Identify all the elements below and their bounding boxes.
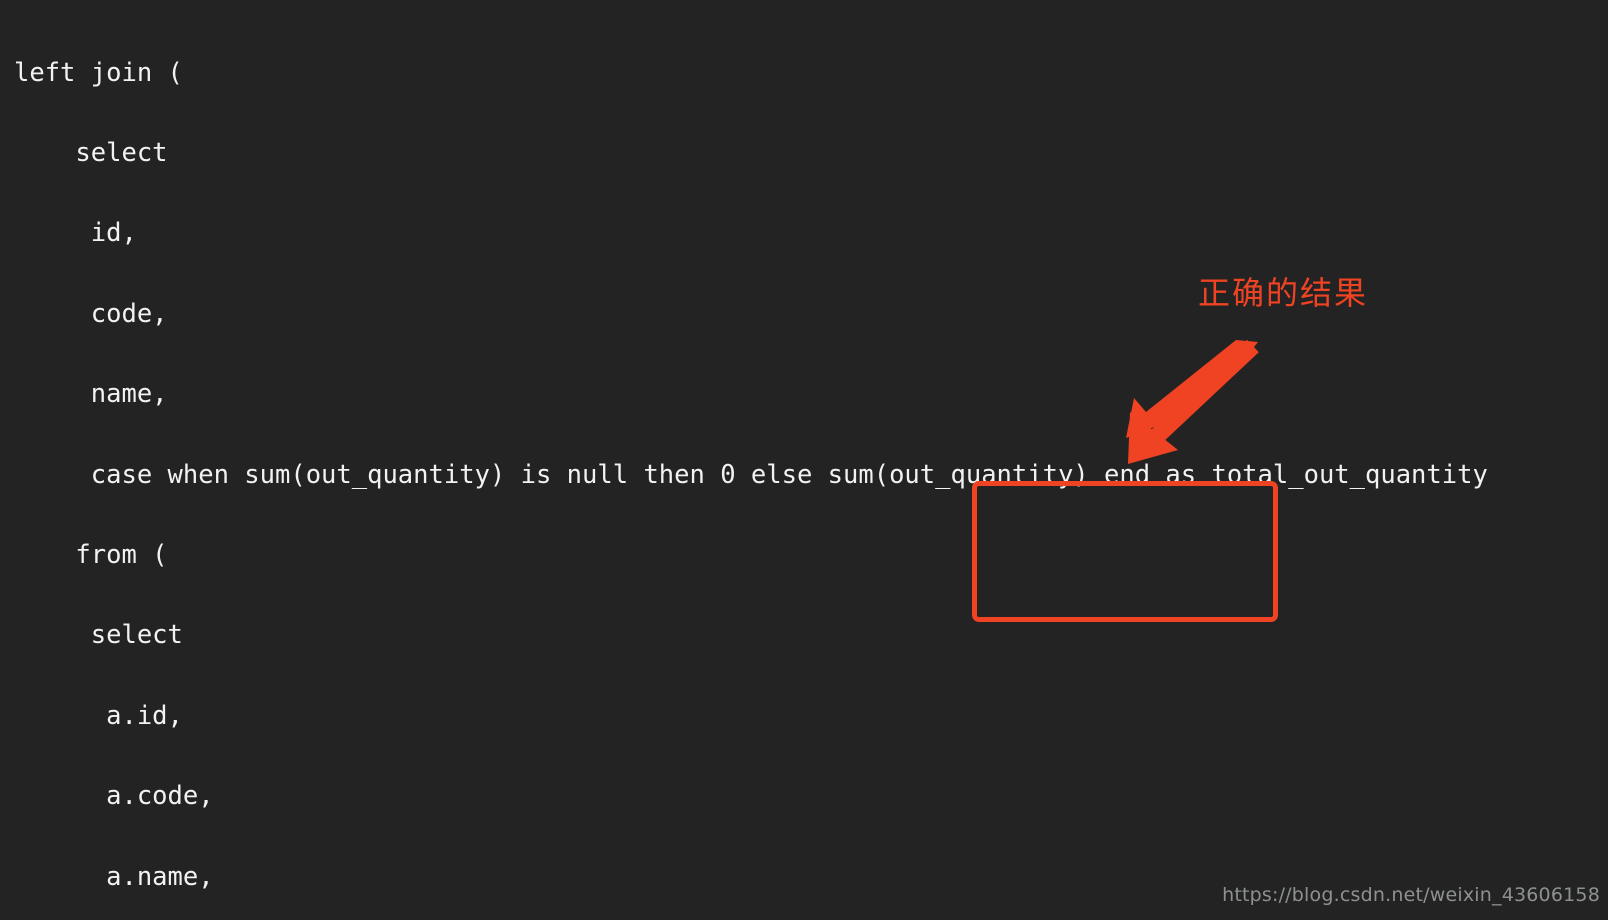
sql-line: select — [14, 620, 183, 651]
sql-line: from ( — [14, 539, 168, 570]
sql-line: select — [14, 137, 168, 168]
sql-line: case when sum(out_quantity) is null then… — [14, 459, 1488, 490]
terminal-output[interactable]: left join ( select id, code, name, case … — [0, 0, 1608, 920]
column-highlight-box — [972, 481, 1278, 622]
sql-line: a.code, — [14, 781, 214, 812]
sql-line: code, — [14, 298, 168, 329]
sql-line: left join ( — [14, 57, 183, 88]
annotation-label: 正确的结果 — [1198, 274, 1369, 312]
terminal-screen: left join ( select id, code, name, case … — [0, 0, 1608, 920]
arrow-down-left-icon — [1126, 340, 1259, 464]
sql-line: name, — [14, 379, 168, 410]
sql-line: id, — [14, 218, 137, 249]
sql-line: a.id, — [14, 700, 183, 731]
watermark: https://blog.csdn.net/weixin_43606158 — [1222, 884, 1600, 906]
